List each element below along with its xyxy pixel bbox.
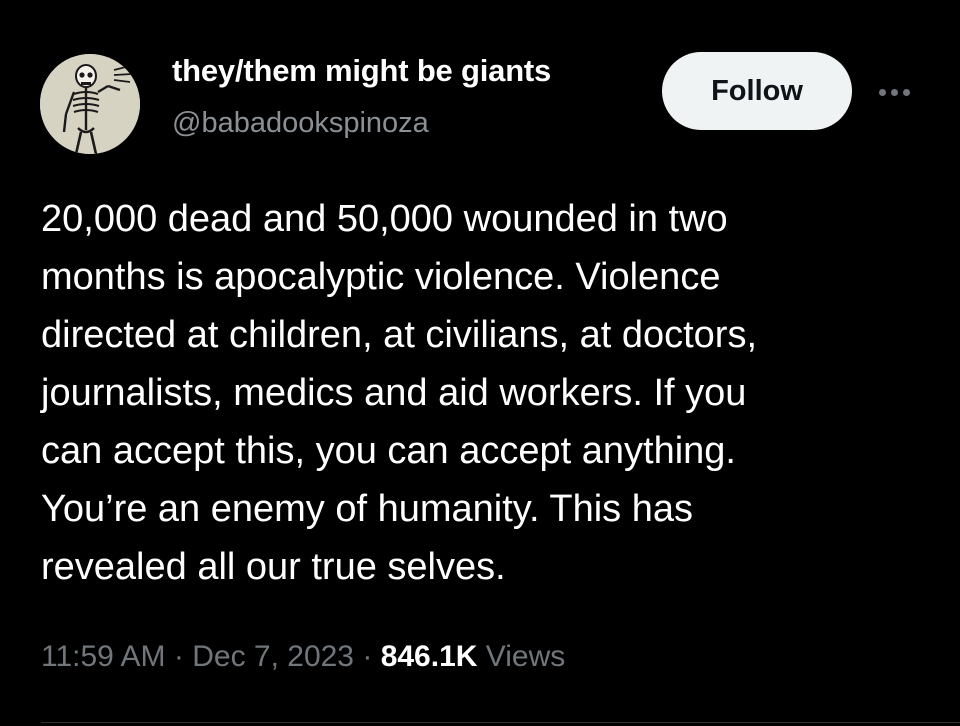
author-display-name[interactable]: they/them might be giants [172, 53, 551, 89]
more-options-icon[interactable] [868, 74, 920, 110]
tweet-text-line: directed at children, at civilians, at d… [41, 314, 758, 356]
tweet-date[interactable]: Dec 7, 2023 [192, 640, 354, 673]
views-label: Views [485, 640, 566, 673]
more-dot [890, 88, 898, 96]
more-dot [878, 88, 886, 96]
more-dot [902, 88, 910, 96]
tweet-text-line: revealed all our true selves. [41, 546, 506, 588]
tweet-text-line: can accept this, you can accept anything… [41, 430, 736, 472]
tweet-text-line: 20,000 dead and 50,000 wounded in two [41, 198, 728, 240]
tweet-text-line: months is apocalyptic violence. Violence [41, 256, 721, 298]
tweet-text: 20,000 dead and 50,000 wounded in two mo… [41, 190, 921, 596]
tweet-text-line: You’re an enemy of humanity. This has [41, 488, 694, 530]
skeleton-avatar-icon [40, 54, 140, 154]
views-count[interactable]: 846.1K [381, 640, 478, 673]
author-avatar[interactable] [40, 54, 140, 154]
bottom-divider [41, 722, 960, 723]
tweet-meta: 11:59 AM · Dec 7, 2023 · 846.1K Views [41, 640, 565, 674]
follow-button[interactable]: Follow [662, 52, 852, 130]
tweet-time[interactable]: 11:59 AM [41, 640, 166, 673]
meta-separator: · [362, 640, 373, 673]
tweet-text-line: journalists, medics and aid workers. If … [41, 372, 747, 414]
meta-separator: · [173, 640, 184, 673]
author-handle[interactable]: @babadookspinoza [172, 107, 429, 140]
